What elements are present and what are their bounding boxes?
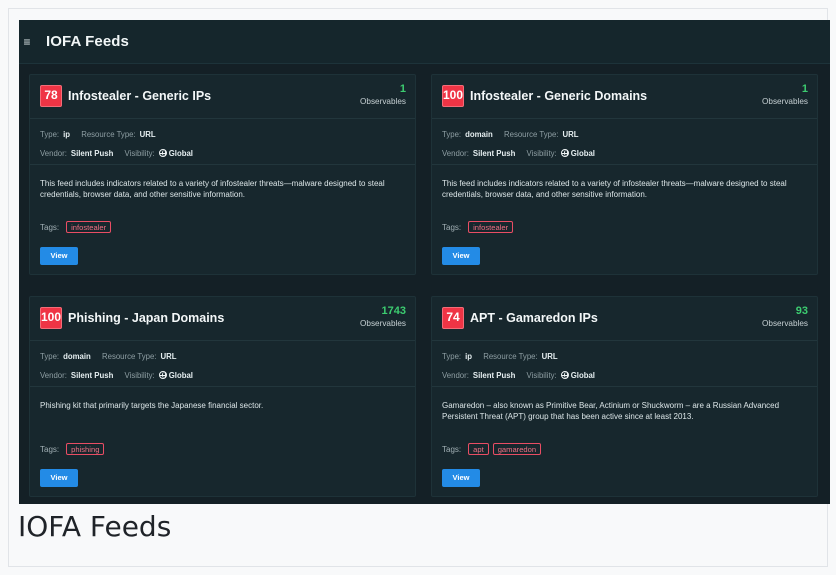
tags-row: Tags: infostealer: [40, 221, 112, 234]
page-title: IOFA Feeds: [46, 33, 129, 50]
vendor-row: Vendor: Silent Push Visibility: Global: [442, 370, 604, 381]
type-row: Type: domain Resource Type: URL: [442, 130, 587, 140]
observables-label: Observables: [360, 97, 406, 106]
visibility-label: Visibility:: [124, 149, 155, 158]
tag-infostealer[interactable]: infostealer: [66, 221, 112, 233]
visibility-value: Global: [570, 149, 595, 158]
vendor-value: Silent Push: [70, 371, 114, 380]
view-button[interactable]: View: [442, 469, 480, 487]
tags-label: Tags:: [442, 445, 462, 454]
feed-metadata: Type: ip Resource Type: URL Vendor: Silent …: [30, 118, 415, 165]
type-value: ip: [63, 130, 71, 139]
globe-icon: [158, 371, 167, 379]
tag-gamaredon[interactable]: gamaredon: [492, 443, 542, 455]
view-button[interactable]: View: [40, 247, 78, 265]
visibility-label: Visibility:: [526, 149, 557, 158]
observables-count: 1: [399, 83, 406, 95]
feed-metadata: Type: domain Resource Type: URL Vendor: Sil…: [432, 118, 817, 165]
score-badge: 74: [442, 307, 464, 329]
vendor-label: Vendor:: [40, 371, 67, 380]
feed-metadata: Type: domain Resource Type: URL Vendor: Sil…: [30, 340, 415, 387]
observables-label: Observables: [762, 97, 808, 106]
screenshot-caption: IOFA Feeds: [18, 510, 172, 543]
observables-label: Observables: [762, 319, 808, 328]
feed-card-phishing-japan-domains: 100 Phishing - Japan Domains 1743 Observ…: [29, 296, 416, 497]
type-value: domain: [465, 130, 493, 139]
resource-type-value: URL: [139, 130, 156, 139]
feed-card-header: 74 APT - Gamaredon IPs 93 Observables: [432, 297, 817, 338]
vendor-label: Vendor:: [442, 149, 469, 158]
resource-type-value: URL: [160, 352, 177, 361]
feed-title: Phishing - Japan Domains: [68, 311, 225, 325]
observables-count: 1: [801, 83, 808, 95]
type-row: Type: domain Resource Type: URL: [40, 352, 185, 362]
type-label: Type:: [442, 130, 462, 139]
feed-description: This feed includes indicators related to…: [40, 179, 385, 199]
resource-type-label: Resource Type:: [81, 130, 136, 139]
feed-description: This feed includes indicators related to…: [442, 179, 787, 199]
type-row: Type: ip Resource Type: URL: [40, 130, 165, 140]
vendor-row: Vendor: Silent Push Visibility: Global: [442, 148, 604, 159]
type-row: Type: ip Resource Type: URL: [442, 352, 567, 362]
observables-label: Observables: [360, 319, 406, 328]
app-header: ≡ IOFA Feeds: [19, 20, 830, 64]
feed-title: Infostealer - Generic Domains: [470, 89, 648, 103]
type-value: ip: [465, 352, 473, 361]
vendor-label: Vendor:: [442, 371, 469, 380]
page-frame: ≡ IOFA Feeds 78 Infostealer - Generic IP…: [8, 8, 830, 567]
observables-count: 93: [795, 305, 808, 317]
feed-card-header: 100 Phishing - Japan Domains 1743 Observ…: [30, 297, 415, 338]
vendor-label: Vendor:: [40, 149, 67, 158]
iofa-feeds-screenshot: ≡ IOFA Feeds 78 Infostealer - Generic IP…: [19, 20, 830, 504]
score-badge: 78: [40, 85, 62, 107]
resource-type-value: URL: [562, 130, 579, 139]
feed-title: Infostealer - Generic IPs: [68, 89, 212, 103]
type-value: domain: [63, 352, 91, 361]
globe-icon: [560, 371, 569, 379]
vendor-row: Vendor: Silent Push Visibility: Global: [40, 370, 202, 381]
tags-label: Tags:: [442, 223, 462, 232]
visibility-value: Global: [168, 371, 193, 380]
hamburger-menu-icon[interactable]: ≡: [22, 36, 32, 48]
globe-icon: [158, 149, 167, 157]
feed-card-infostealer-generic-domains: 100 Infostealer - Generic Domains 1 Obse…: [431, 74, 818, 275]
visibility-value: Global: [168, 149, 193, 158]
type-label: Type:: [40, 352, 60, 361]
resource-type-label: Resource Type:: [101, 352, 157, 361]
view-button[interactable]: View: [442, 247, 480, 265]
feed-description: Phishing kit that primarily targets the …: [40, 401, 264, 410]
vendor-value: Silent Push: [472, 149, 516, 158]
feed-card-header: 78 Infostealer - Generic IPs 1 Observabl…: [30, 75, 415, 116]
observables-count: 1743: [381, 305, 406, 317]
feed-title: APT - Gamaredon IPs: [470, 311, 598, 325]
visibility-label: Visibility:: [124, 371, 155, 380]
visibility-value: Global: [570, 371, 595, 380]
tags-row: Tags: infostealer: [442, 221, 514, 234]
vendor-value: Silent Push: [70, 149, 114, 158]
score-badge: 100: [40, 307, 63, 329]
vendor-value: Silent Push: [472, 371, 516, 380]
tags-label: Tags:: [40, 223, 60, 232]
type-label: Type:: [442, 352, 462, 361]
feed-description: Gamaredon – also known as Primitive Bear…: [442, 401, 780, 421]
score-badge: 100: [442, 85, 465, 107]
feed-card-infostealer-generic-ips: 78 Infostealer - Generic IPs 1 Observabl…: [29, 74, 416, 275]
feed-metadata: Type: ip Resource Type: URL Vendor: Silent …: [432, 340, 817, 387]
feed-card-header: 100 Infostealer - Generic Domains 1 Obse…: [432, 75, 817, 116]
resource-type-label: Resource Type:: [503, 130, 559, 139]
feed-card-apt-gamaredon-ips: 74 APT - Gamaredon IPs 93 Observables Ty…: [431, 296, 818, 497]
resource-type-label: Resource Type:: [483, 352, 538, 361]
vendor-row: Vendor: Silent Push Visibility: Global: [40, 148, 202, 159]
view-button[interactable]: View: [40, 469, 78, 487]
globe-icon: [560, 149, 569, 157]
tags-row: Tags: phishing: [40, 443, 105, 456]
resource-type-value: URL: [541, 352, 558, 361]
tag-phishing[interactable]: phishing: [66, 443, 105, 455]
tags-label: Tags:: [40, 445, 60, 454]
tags-row: Tags: apt gamaredon: [442, 443, 542, 456]
visibility-label: Visibility:: [526, 371, 557, 380]
tag-apt[interactable]: apt: [468, 443, 489, 455]
tag-infostealer[interactable]: infostealer: [468, 221, 514, 233]
type-label: Type:: [40, 130, 60, 139]
